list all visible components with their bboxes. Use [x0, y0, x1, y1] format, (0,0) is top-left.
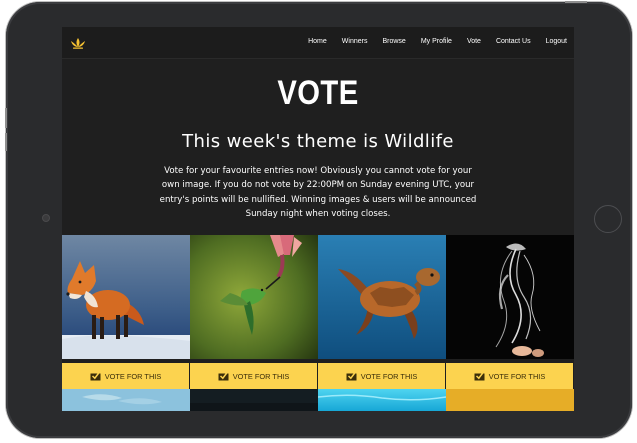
entry-image-fox[interactable] [62, 235, 190, 359]
entry-image-hummingbird[interactable] [190, 235, 318, 359]
entry-card: VOTE FOR THIS [62, 235, 190, 411]
nav-my-profile[interactable]: My Profile [421, 38, 452, 45]
vote-checkbox-icon [474, 371, 485, 381]
nav-home[interactable]: Home [308, 38, 327, 45]
vote-button[interactable]: VOTE FOR THIS [318, 363, 445, 389]
page-title: VOTE [277, 74, 359, 112]
next-row-image [62, 389, 190, 411]
entry-card: VOTE FOR THIS [446, 235, 574, 411]
volume-up-key [5, 108, 7, 128]
volume-down-key [5, 133, 7, 151]
vote-button-label: VOTE FOR THIS [360, 371, 418, 381]
nav-vote[interactable]: Vote [467, 38, 481, 45]
vote-button[interactable]: VOTE FOR THIS [190, 363, 317, 389]
entry-image-sea-turtle[interactable] [318, 235, 446, 359]
vote-checkbox-icon [90, 371, 101, 381]
screen: Home Winners Browse My Profile Vote Cont… [62, 27, 574, 411]
nav-contact-us[interactable]: Contact Us [496, 38, 531, 45]
nav-logout[interactable]: Logout [546, 38, 567, 45]
nav-browse[interactable]: Browse [382, 38, 405, 45]
next-row-image [190, 389, 318, 411]
next-row-image [318, 389, 446, 411]
lotus-logo-icon[interactable] [70, 36, 86, 50]
theme-heading: This week's theme is Wildlife [182, 131, 454, 152]
vote-button-label: VOTE FOR THIS [232, 371, 290, 381]
vote-checkbox-icon [218, 371, 229, 381]
entry-image-jellyfish[interactable] [446, 235, 574, 359]
entry-card: VOTE FOR THIS [318, 235, 446, 411]
power-key [565, 1, 587, 3]
vote-button-label: VOTE FOR THIS [488, 371, 546, 381]
navbar: Home Winners Browse My Profile Vote Cont… [62, 27, 574, 59]
camera-icon [42, 214, 50, 222]
entry-gallery: VOTE FOR THIS VOTE FOR THIS VOTE FOR THI… [62, 235, 574, 411]
intro-text: Vote for your favourite entries now! Obv… [159, 166, 477, 219]
vote-button-label: VOTE FOR THIS [104, 371, 162, 381]
vote-button[interactable]: VOTE FOR THIS [62, 363, 189, 389]
nav-winners[interactable]: Winners [342, 38, 368, 45]
vote-checkbox-icon [346, 371, 357, 381]
next-row-image [446, 389, 574, 411]
entry-card: VOTE FOR THIS [190, 235, 318, 411]
vote-button[interactable]: VOTE FOR THIS [446, 363, 573, 389]
home-button[interactable] [594, 205, 622, 233]
nav-links: Home Winners Browse My Profile Vote Cont… [293, 38, 567, 45]
